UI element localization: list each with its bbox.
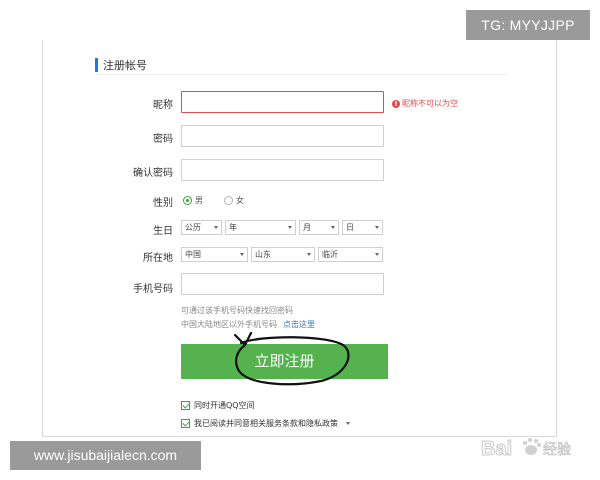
phone-label: 手机号码	[133, 284, 173, 295]
country-value: 中国	[185, 250, 201, 259]
terms-label: 我已阅读并同意相关服务条款和隐私政策	[194, 419, 338, 428]
qzone-label: 同时开通QQ空间	[194, 401, 255, 410]
nickname-error: ! 昵称不可以为空	[392, 98, 458, 109]
watermark-top: TG: MYYJJPP	[466, 10, 590, 40]
qzone-checkbox[interactable]: 同时开通QQ空间	[181, 400, 255, 411]
section-accent-bar	[95, 58, 98, 72]
day-value: 日	[346, 223, 354, 232]
phone-hint: 可通过该手机号码快速找回密码	[181, 306, 293, 315]
year-select[interactable]: 年	[225, 220, 296, 235]
exclamation-icon: !	[392, 99, 400, 108]
section-title: 注册帐号	[103, 59, 147, 72]
nickname-error-text: 昵称不可以为空	[402, 99, 458, 108]
province-select[interactable]: 山东	[251, 247, 315, 262]
gender-label: 性别	[153, 198, 173, 209]
day-select[interactable]: 日	[342, 220, 383, 235]
chevron-down-icon	[214, 226, 218, 229]
phone-input[interactable]	[181, 273, 384, 295]
overseas-phone-link[interactable]: 点击这里	[283, 320, 315, 329]
section-header: 注册帐号	[95, 55, 507, 75]
nickname-label: 昵称	[153, 100, 173, 111]
password-input[interactable]	[181, 125, 384, 147]
registration-panel: 注册帐号 昵称 ! 昵称不可以为空 密码 确认密码 性别 男 女 生日 公历 年…	[42, 40, 571, 461]
register-button[interactable]: 立即注册	[181, 344, 388, 379]
chevron-down-icon	[288, 226, 292, 229]
logo-text: Bai	[481, 438, 512, 460]
chevron-down-icon	[346, 422, 350, 425]
watermark-bottom: www.jisubaijialecn.com	[10, 441, 201, 470]
checkbox-checked-icon	[181, 419, 190, 428]
chevron-down-icon	[307, 253, 311, 256]
birthday-label: 生日	[153, 226, 173, 237]
province-value: 山东	[255, 250, 271, 259]
phone-hint-overseas: 中国大陆地区以外手机号码 点击这里	[181, 319, 315, 330]
calendar-select[interactable]: 公历	[181, 220, 222, 235]
confirm-password-input[interactable]	[181, 159, 384, 181]
calendar-value: 公历	[185, 223, 201, 232]
page: TG: MYYJJPP 注册帐号 昵称 ! 昵称不可以为空 密码 确认密码 性别…	[0, 0, 600, 480]
password-label: 密码	[153, 134, 173, 145]
month-value: 月	[303, 223, 311, 232]
city-value: 临沂	[322, 250, 338, 259]
logo-suffix: 经验	[543, 442, 571, 458]
nickname-input[interactable]	[181, 91, 384, 113]
gender-female-radio[interactable]: 女	[224, 195, 244, 206]
year-value: 年	[229, 223, 237, 232]
gender-female-label: 女	[236, 196, 244, 205]
chevron-down-icon	[375, 226, 379, 229]
checkbox-checked-icon	[181, 401, 190, 410]
terms-checkbox[interactable]: 我已阅读并同意相关服务条款和隐私政策	[181, 418, 350, 429]
country-select[interactable]: 中国	[181, 247, 248, 262]
chevron-down-icon	[375, 253, 379, 256]
chevron-down-icon	[331, 226, 335, 229]
baidu-paw-icon	[523, 438, 541, 455]
month-select[interactable]: 月	[299, 220, 339, 235]
confirm-password-label: 确认密码	[133, 168, 173, 179]
baidu-jingyan-logo: Bai 经验	[481, 438, 571, 461]
chevron-down-icon	[240, 253, 244, 256]
radio-unselected-icon	[224, 196, 233, 205]
gender-male-radio[interactable]: 男	[183, 195, 203, 206]
phone-hint-overseas-text: 中国大陆地区以外手机号码	[181, 320, 277, 329]
radio-selected-icon	[183, 196, 192, 205]
location-label: 所在地	[143, 253, 173, 264]
gender-male-label: 男	[195, 196, 203, 205]
city-select[interactable]: 临沂	[318, 247, 383, 262]
